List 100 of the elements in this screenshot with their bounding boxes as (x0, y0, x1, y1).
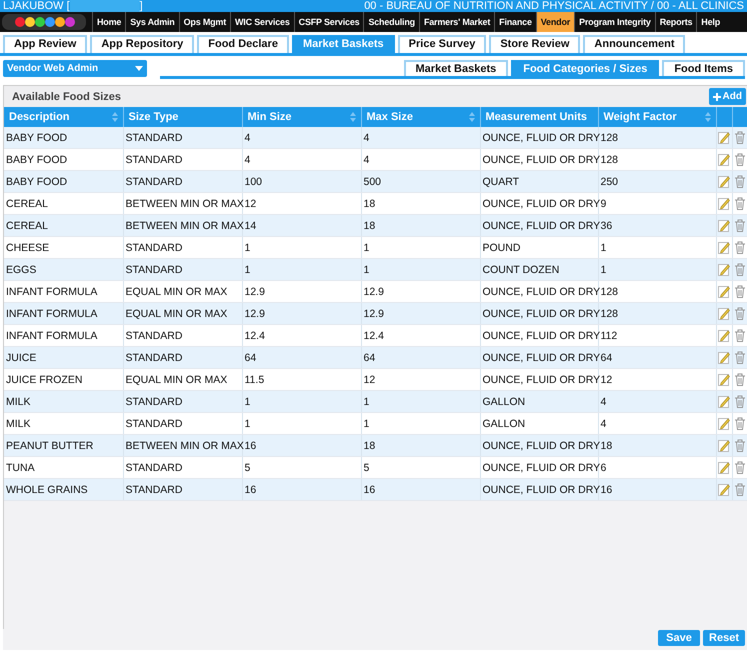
menu-item[interactable]: Farmers' Market (418, 12, 494, 32)
caret-icon (135, 66, 143, 71)
tab[interactable]: Store Review (489, 35, 580, 53)
table-cell: OUNCE, FLUID OR DRY (480, 127, 598, 148)
table-cell: 250 (598, 170, 716, 192)
sort-icon[interactable] (112, 112, 118, 122)
table-cell: INFANT FORMULA (4, 302, 123, 324)
menu-item[interactable]: Ops Mgmt (178, 12, 230, 32)
table-cell: 16 (361, 478, 480, 500)
table-cell: OUNCE, FLUID OR DRY (480, 478, 598, 500)
table-cell: 64 (361, 346, 480, 368)
plus-icon (712, 92, 721, 100)
table-cell: 1 (242, 390, 361, 412)
edit-icon[interactable] (718, 461, 730, 474)
sub-tab[interactable]: Food Items (662, 60, 745, 76)
trash-icon[interactable] (734, 351, 746, 364)
menu-item[interactable]: Vendor (536, 12, 574, 32)
trash-icon[interactable] (734, 197, 746, 210)
table-cell: OUNCE, FLUID OR DRY (480, 346, 598, 368)
tab[interactable]: Price Survey (398, 35, 486, 53)
table-cell: 100 (242, 170, 361, 192)
edit-icon[interactable] (718, 307, 730, 320)
user-name: LJAKUBOW [ (3, 0, 70, 12)
edit-icon[interactable] (718, 197, 730, 210)
edit-icon[interactable] (718, 483, 730, 496)
table-cell: STANDARD (123, 258, 242, 280)
table-cell: BABY FOOD (4, 127, 123, 148)
table-cell: OUNCE, FLUID OR DRY (480, 434, 598, 456)
sort-icon[interactable] (704, 112, 710, 122)
tab[interactable]: App Review (3, 35, 88, 53)
trash-icon[interactable] (734, 395, 746, 408)
table-cell: COUNT DOZEN (480, 258, 598, 280)
menu-item[interactable]: Reports (654, 12, 696, 32)
table-cell: OUNCE, FLUID OR DRY (480, 214, 598, 236)
table-cell: STANDARD (123, 127, 242, 148)
sub-tab[interactable]: Market Baskets (404, 60, 508, 76)
edit-icon[interactable] (718, 285, 730, 298)
edit-icon[interactable] (718, 417, 730, 430)
edit-icon[interactable] (718, 329, 730, 342)
menu-item[interactable]: Home (92, 12, 126, 32)
trash-icon[interactable] (734, 175, 746, 188)
table-cell: QUART (480, 170, 598, 192)
table-cell: 64 (242, 346, 361, 368)
trash-icon[interactable] (734, 263, 746, 276)
edit-icon[interactable] (718, 153, 730, 166)
menu-item[interactable]: Help (696, 12, 724, 32)
trash-icon[interactable] (734, 219, 746, 232)
redacted-field (70, 0, 140, 12)
edit-icon[interactable] (718, 241, 730, 254)
table-cell: OUNCE, FLUID OR DRY (480, 302, 598, 324)
agency-title: 00 - BUREAU OF NUTRITION AND PHYSICAL ACTIVITY / 00 - ALL CLINICS (364, 0, 744, 12)
trash-icon[interactable] (734, 131, 746, 144)
sort-icon[interactable] (350, 112, 356, 122)
menu-item[interactable]: CSFP Services (294, 12, 364, 32)
trash-icon[interactable] (734, 329, 746, 342)
edit-icon[interactable] (718, 395, 730, 408)
edit-icon[interactable] (718, 175, 730, 188)
table-cell: 16 (242, 434, 361, 456)
table-cell: 1 (598, 258, 716, 280)
menu-item[interactable]: Sys Admin (125, 12, 179, 32)
panel-title: Available Food Sizes (12, 90, 122, 102)
edit-icon[interactable] (718, 263, 730, 276)
table-cell: PEANUT BUTTER (4, 434, 123, 456)
trash-icon[interactable] (734, 285, 746, 298)
table-cell: STANDARD (123, 170, 242, 192)
table-cell: 18 (361, 214, 480, 236)
table-cell: BETWEEN MIN OR MAX (123, 214, 242, 236)
trash-icon[interactable] (734, 461, 746, 474)
table-cell: 4 (361, 127, 480, 148)
edit-icon[interactable] (718, 439, 730, 452)
table-cell: GALLON (480, 390, 598, 412)
menu-item[interactable]: WIC Services (230, 12, 294, 32)
table-cell: STANDARD (123, 346, 242, 368)
trash-icon[interactable] (734, 439, 746, 452)
trash-icon[interactable] (734, 373, 746, 386)
tab[interactable]: Food Declare (197, 35, 289, 53)
table-cell: STANDARD (123, 390, 242, 412)
edit-icon[interactable] (718, 373, 730, 386)
tab[interactable]: App Repository (90, 35, 194, 53)
trash-icon[interactable] (734, 483, 746, 496)
table-cell: STANDARD (123, 478, 242, 500)
trash-icon[interactable] (734, 417, 746, 430)
table-cell: 500 (361, 170, 480, 192)
table-cell: JUICE (4, 346, 123, 368)
table-cell: 1 (361, 258, 480, 280)
tab[interactable]: Announcement (583, 35, 686, 53)
table-cell: WHOLE GRAINS (4, 478, 123, 500)
edit-icon[interactable] (718, 131, 730, 144)
table-cell: BETWEEN MIN OR MAX (123, 434, 242, 456)
table-cell: 4 (598, 390, 716, 412)
menu-item[interactable]: Scheduling (363, 12, 419, 32)
edit-icon[interactable] (718, 351, 730, 364)
sort-icon[interactable] (468, 112, 474, 122)
trash-icon[interactable] (734, 307, 746, 320)
edit-icon[interactable] (718, 219, 730, 232)
table-cell: 12.9 (242, 302, 361, 324)
table-cell: BABY FOOD (4, 170, 123, 192)
menu-item[interactable]: Program Integrity (574, 12, 655, 32)
trash-icon[interactable] (734, 241, 746, 254)
trash-icon[interactable] (734, 153, 746, 166)
